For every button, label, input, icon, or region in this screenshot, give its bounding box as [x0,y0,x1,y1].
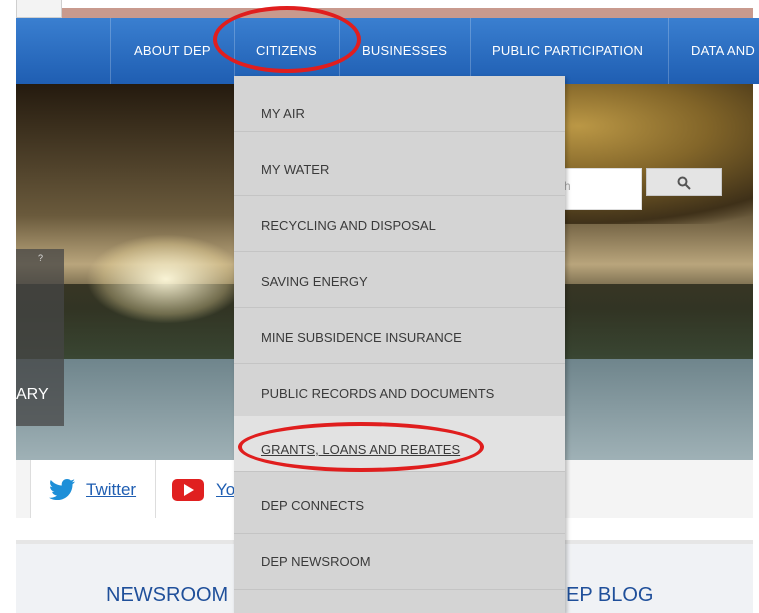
menu-item-grants[interactable]: GRANTS, LOANS AND REBATES [234,416,565,472]
menu-item-label: DEP CONNECTS [261,498,365,513]
search-button[interactable] [646,168,722,196]
nav-public-participation[interactable]: PUBLIC PARTICIPATION [492,18,643,84]
menu-item-label: DEP NEWSROOM [261,554,371,569]
menu-item-public-records[interactable]: PUBLIC RECORDS AND DOCUMENTS [234,364,565,420]
menu-item-dep-newsroom[interactable]: DEP NEWSROOM [234,534,565,590]
window-frame: ·· [16,0,62,18]
nav-businesses[interactable]: BUSINESSES [362,18,447,84]
youtube-icon [172,479,204,501]
twitter-icon [49,479,75,500]
menu-item-my-air[interactable]: MY AIR [234,76,565,132]
nav-citizens[interactable]: CITIZENS [256,18,317,84]
nav-separator [110,18,111,84]
menu-item-mine-subsidence[interactable]: MINE SUBSIDENCE INSURANCE [234,308,565,364]
newsroom-heading[interactable]: NEWSROOM [106,584,228,607]
nav-about-dep[interactable]: ABOUT DEP [134,18,211,84]
search-icon [677,176,691,190]
header-banner [62,8,753,18]
nav-separator [668,18,669,84]
menu-item-saving-energy[interactable]: SAVING ENERGY [234,252,565,308]
youtube-link[interactable]: Yo [216,480,235,500]
nav-separator [234,18,235,84]
twitter-cell: Twitter [30,460,156,518]
hero-side-label: ARY [16,386,49,403]
citizens-dropdown-menu: MY AIR MY WATER RECYCLING AND DISPOSAL S… [234,76,565,613]
menu-item-label: PUBLIC RECORDS AND DOCUMENTS [261,386,495,401]
menu-item-label: MINE SUBSIDENCE INSURANCE [261,330,462,345]
nav-data-and[interactable]: DATA AND [691,18,755,84]
hero-sun [86,234,246,324]
top-strip: ·· [0,0,759,18]
main-navbar: ABOUT DEP CITIZENS BUSINESSES PUBLIC PAR… [16,18,759,84]
menu-item-label: GRANTS, LOANS AND REBATES [261,442,461,457]
menu-item-label: MY AIR [261,106,305,121]
twitter-link[interactable]: Twitter [86,480,136,500]
nav-separator [339,18,340,84]
menu-item-label: RECYCLING AND DISPOSAL [261,218,436,233]
menu-item-label: SAVING ENERGY [261,274,368,289]
menu-item-my-water[interactable]: MY WATER [234,140,565,196]
menu-item-label: MY WATER [261,162,330,177]
blog-heading[interactable]: EP BLOG [566,584,653,607]
nav-separator [470,18,471,84]
menu-item-recycling[interactable]: RECYCLING AND DISPOSAL [234,196,565,252]
menu-item-dep-connects[interactable]: DEP CONNECTS [234,478,565,534]
